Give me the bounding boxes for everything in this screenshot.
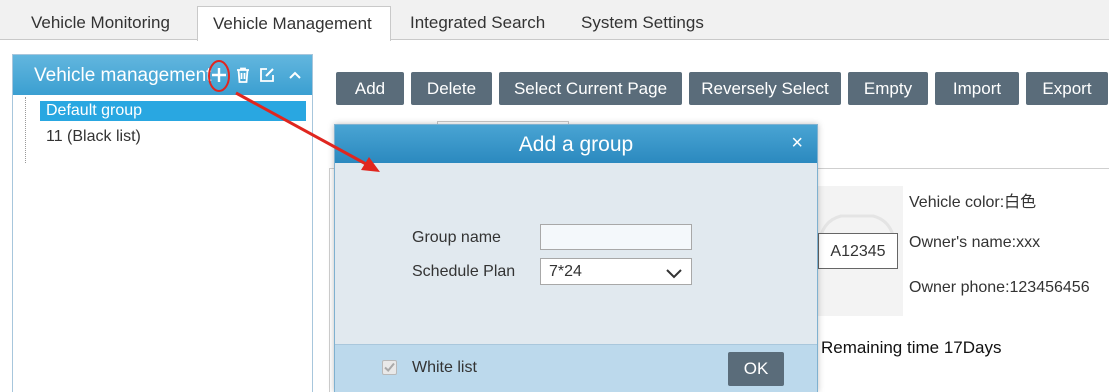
dialog-footer: White list OK [335,344,817,392]
white-list-checkbox[interactable] [382,360,397,375]
schedule-plan-value: 7*24 [549,263,582,280]
delete-icon[interactable] [234,66,252,84]
vehicle-group-panel: Vehicle management Default group 11 (Bla… [12,54,313,392]
edit-icon[interactable] [258,66,276,84]
panel-title: Vehicle management [34,65,212,86]
collapse-icon[interactable] [286,66,304,84]
delete-button[interactable]: Delete [411,72,492,105]
vehicle-color: Vehicle color:白色 [909,194,1037,211]
group-name-input[interactable] [540,224,692,250]
white-list-label: White list [412,359,477,376]
ok-button[interactable]: OK [728,352,784,386]
tab-integrated-search[interactable]: Integrated Search [410,0,545,40]
main-tab-bar: Vehicle Monitoring Vehicle Management In… [0,0,1109,41]
schedule-plan-label: Schedule Plan [412,263,516,280]
tree-connector [25,97,26,163]
add-group-dialog: Add a group × Group name Schedule Plan 7… [334,124,818,392]
empty-button[interactable]: Empty [848,72,928,105]
owner-phone: Owner phone:123456456 [909,279,1090,296]
tab-vehicle-management[interactable]: Vehicle Management [197,6,391,41]
close-icon[interactable]: × [791,131,803,155]
remaining-time: Remaining time 17Days [821,338,1002,357]
dialog-header: Add a group × [335,125,817,163]
tab-vehicle-monitoring[interactable]: Vehicle Monitoring [31,0,170,40]
tree-item-black-list[interactable]: 11 (Black list) [46,127,141,147]
chevron-down-icon [665,264,683,289]
add-button[interactable]: Add [336,72,404,105]
panel-header: Vehicle management [13,55,312,95]
add-icon[interactable] [210,66,228,84]
license-plate: A12345 [818,233,898,269]
tab-system-settings[interactable]: System Settings [581,0,704,40]
tree-item-default-group[interactable]: Default group [40,101,306,121]
dialog-title: Add a group [518,133,634,156]
schedule-plan-select[interactable]: 7*24 [540,258,692,285]
reversely-select-button[interactable]: Reversely Select [689,72,841,105]
select-current-page-button[interactable]: Select Current Page [499,72,682,105]
export-button[interactable]: Export [1026,72,1108,105]
import-button[interactable]: Import [935,72,1019,105]
owner-name: Owner's name:xxx [909,234,1041,251]
group-name-label: Group name [412,229,501,246]
